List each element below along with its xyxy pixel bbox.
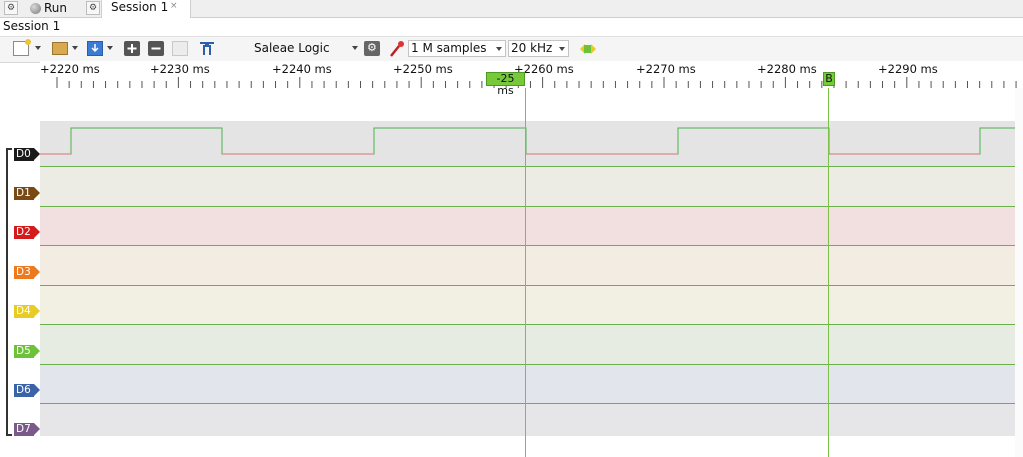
channel-band-d6 bbox=[40, 364, 1015, 403]
channel-band-d3 bbox=[40, 245, 1015, 285]
channel-label-d3[interactable]: D3 bbox=[14, 266, 40, 279]
sample-count-select[interactable]: 1 M samples bbox=[408, 40, 506, 57]
zoom-out-minus-icon[interactable] bbox=[148, 41, 164, 56]
toolbar: Saleae Logic ⚙ 1 M samples 20 kHz bbox=[0, 36, 1023, 63]
channel-band-d7 bbox=[40, 403, 1015, 436]
new-menu-chevron-down-icon[interactable] bbox=[35, 46, 41, 50]
device-settings-gear-icon[interactable]: ⚙ bbox=[364, 41, 380, 56]
vertical-scrollbar[interactable] bbox=[1015, 88, 1023, 457]
tick-label: +2250 ms bbox=[393, 62, 453, 76]
sample-count-value: 1 M samples bbox=[411, 41, 487, 55]
analyzer-arrows-icon[interactable] bbox=[579, 42, 596, 57]
channel-label-d7[interactable]: D7 bbox=[14, 423, 40, 436]
tick-label: +2290 ms bbox=[878, 62, 938, 76]
settings-gear-icon[interactable]: ⚙ bbox=[4, 1, 18, 15]
tick-label: +2240 ms bbox=[272, 62, 332, 76]
tab-session[interactable]: Session 1 × bbox=[101, 0, 191, 18]
screenshot-icon[interactable] bbox=[172, 41, 188, 56]
channel-label-d5[interactable]: D5 bbox=[14, 345, 40, 358]
open-menu-chevron-down-icon[interactable] bbox=[72, 46, 78, 50]
waveform-area[interactable] bbox=[40, 88, 1015, 457]
tab-run[interactable]: Run bbox=[26, 0, 82, 17]
device-name: Saleae Logic bbox=[254, 41, 330, 55]
channel-label-d1[interactable]: D1 bbox=[14, 187, 40, 200]
sample-rate-chevron-down-icon bbox=[559, 47, 565, 51]
trigger-probe-icon[interactable] bbox=[388, 40, 404, 57]
channel-band-d2 bbox=[40, 206, 1015, 245]
tab-run-label: Run bbox=[44, 1, 68, 15]
sample-rate-value: 20 kHz bbox=[511, 41, 553, 55]
marker-a-label[interactable]: -25 ms bbox=[486, 72, 525, 97]
channel-label-d0[interactable]: D0 bbox=[14, 148, 40, 161]
channel-band-d1 bbox=[40, 166, 1015, 206]
new-file-icon[interactable] bbox=[13, 39, 31, 56]
tab-session-label: Session 1 bbox=[111, 0, 169, 14]
session-settings-icon[interactable]: ⚙ bbox=[86, 1, 100, 15]
save-download-icon[interactable] bbox=[87, 41, 103, 56]
tick-label: +2270 ms bbox=[636, 62, 696, 76]
waveform-top-gap bbox=[40, 88, 1015, 121]
channel-label-d4[interactable]: D4 bbox=[14, 305, 40, 318]
device-chevron-down-icon[interactable] bbox=[352, 46, 358, 50]
channel-label-d6[interactable]: D6 bbox=[14, 384, 40, 397]
channel-label-d2[interactable]: D2 bbox=[14, 226, 40, 239]
tab-bar: ⚙ Run ⚙ Session 1 × bbox=[0, 0, 1023, 18]
tick-label: +2280 ms bbox=[757, 62, 817, 76]
tick-label: +2230 ms bbox=[150, 62, 210, 76]
session-title: Session 1 bbox=[3, 19, 61, 33]
save-menu-chevron-down-icon[interactable] bbox=[107, 46, 113, 50]
channel-band-d5 bbox=[40, 324, 1015, 364]
channel-group-bracket bbox=[6, 148, 12, 436]
open-folder-icon[interactable] bbox=[52, 42, 68, 55]
time-ruler[interactable]: +2220 ms +2230 ms +2240 ms +2250 ms +226… bbox=[40, 61, 1023, 88]
run-status-icon bbox=[30, 3, 41, 14]
channel-band-d4 bbox=[40, 285, 1015, 324]
tick-label: +2220 ms bbox=[40, 62, 100, 76]
close-icon[interactable]: × bbox=[170, 1, 178, 11]
sample-count-chevron-down-icon bbox=[496, 47, 502, 51]
timing-markers-icon[interactable] bbox=[198, 41, 214, 56]
marker-b-label[interactable]: B bbox=[823, 72, 835, 86]
sample-rate-select[interactable]: 20 kHz bbox=[508, 40, 569, 57]
zoom-in-plus-icon[interactable] bbox=[124, 41, 140, 56]
